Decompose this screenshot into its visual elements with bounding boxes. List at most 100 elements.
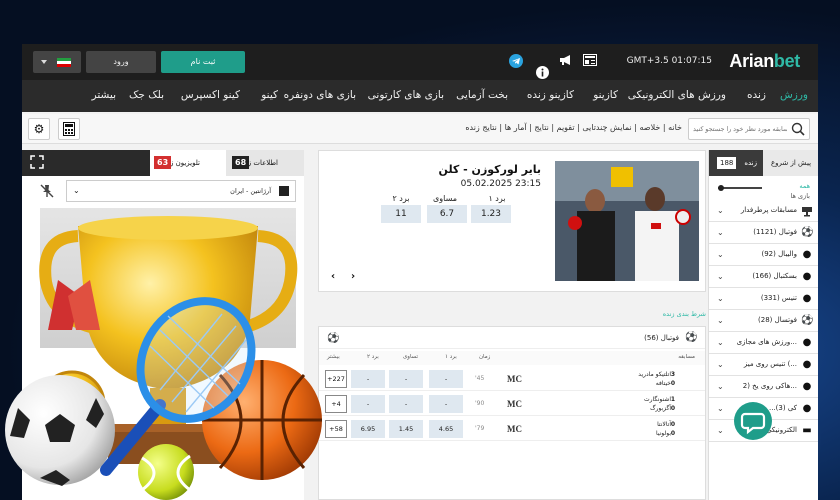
col-more: بیشتر (327, 354, 340, 360)
more-markets-button[interactable]: +58 (325, 420, 347, 438)
live-match-select[interactable]: آرژانتین - ایران ⌄ (66, 180, 296, 202)
register-button[interactable]: ثبت نام (161, 51, 245, 73)
odds-cell[interactable]: - (351, 370, 385, 388)
live-betting-label[interactable]: شرط بندی زنده (663, 310, 706, 318)
col-match: مسابقه (678, 354, 695, 360)
nav-item-keno-express[interactable]: کینو اکسپرس (181, 89, 240, 101)
sidebar-item-virtual[interactable]: ● ورزش های مجازی... ⌄ (709, 332, 818, 354)
telegram-icon[interactable] (509, 54, 523, 68)
col-draw: تساوی (403, 354, 419, 360)
settings-button[interactable]: ⚙ (28, 118, 50, 140)
table-row[interactable]: 3 اتلتیکو مادرید 0 خیتافه MC '45 - - - +… (319, 367, 705, 391)
chevron-down-icon: ⌄ (717, 404, 724, 413)
main-nav: ورزش زنده ورزش های الکترونیکی کازینو کاز… (22, 80, 818, 112)
match-center-icon[interactable]: MC (507, 374, 522, 384)
sidebar-item-basketball[interactable]: ● بسکتبال (166) ⌄ (709, 266, 818, 288)
sport-section-header[interactable]: ⚽ فوتبال (56) ⚽ (319, 327, 705, 349)
sidebar-item-tennis[interactable]: ● تنیس (331) ⌄ (709, 288, 818, 310)
futsal-icon: ⚽ (801, 315, 814, 326)
sports-sidebar: پیش از شروع زنده 188 همه بازی ها مسابقات … (708, 150, 818, 500)
nav-item-blackjack[interactable]: بلک جک (129, 89, 164, 101)
chevron-down-icon: ⌄ (73, 186, 80, 195)
expand-icon[interactable] (30, 155, 44, 169)
tab-live-info[interactable]: اطلاعات زنده 68 (226, 150, 304, 176)
sidebar-item-popular[interactable]: مسابقات پرطرفدار ⌄ (709, 200, 818, 222)
nav-item-esports[interactable]: ورزش های الکترونیکی (628, 89, 726, 101)
carousel-prev-arrow[interactable]: ‹ (331, 271, 335, 282)
search-input[interactable] (693, 122, 787, 136)
login-button[interactable]: ورود (86, 51, 156, 73)
nav-item-keno[interactable]: کینو (261, 89, 278, 101)
sidebar-item-table-tennis[interactable]: ● تنیس روی میز (... ⌄ (709, 354, 818, 376)
megaphone-icon[interactable] (559, 54, 573, 68)
chevron-down-icon: ⌄ (717, 338, 724, 347)
basketball-icon: ● (802, 271, 812, 282)
live-count-badge: 188 (717, 157, 737, 169)
odds-button-away[interactable]: 11 (381, 205, 421, 223)
sidebar-item-hockey[interactable]: ● هاکی روی یخ (2... ⌄ (709, 376, 818, 398)
carousel-next-arrow[interactable]: › (351, 271, 355, 282)
unpin-icon[interactable] (40, 184, 54, 198)
browser-window: Arianbet GMT+3.5 01:07:15 ثبت نام ورود و… (22, 44, 818, 500)
nav-item-cartoon-games[interactable]: بازی های کارتونی (368, 89, 444, 101)
chat-button[interactable] (734, 402, 772, 440)
odds-cell[interactable]: 1.45 (389, 420, 423, 438)
nav-item-duel-games[interactable]: بازی های دونفره (284, 89, 356, 101)
filter-label[interactable]: همه (799, 182, 810, 190)
calculator-button[interactable] (58, 118, 80, 140)
sidebar-item-football[interactable]: ⚽ فوتبال (1121) ⌄ (709, 222, 818, 244)
soccer-icon: ⚽ (685, 332, 698, 343)
nav-item-live[interactable]: زنده (747, 89, 766, 101)
soccer-icon: ⚽ (801, 227, 814, 238)
odds-cell[interactable]: - (389, 370, 423, 388)
logo[interactable]: Arianbet (729, 51, 800, 72)
tab-live[interactable]: زنده 188 (709, 150, 763, 176)
more-markets-button[interactable]: +227 (325, 370, 347, 388)
table-row[interactable]: 0 آتالانتا 0 بولونیا MC '79 4.65 1.45 6.… (319, 417, 705, 441)
hockey-icon: ● (802, 381, 812, 392)
live-tv-count-badge: 63 (154, 156, 172, 169)
tab-live-tv[interactable]: تلویزیون زنده 63 (150, 150, 226, 176)
featured-match-card[interactable]: بایر لورکوزن - کلن 05.02.2025 23:15 برد … (318, 150, 706, 292)
nav-item-sport[interactable]: ورزش (780, 89, 808, 101)
odds-cell[interactable]: - (429, 370, 463, 388)
odds-cell[interactable]: - (351, 395, 385, 413)
trophy-icon (801, 205, 813, 217)
breadcrumb[interactable]: خانه | خلاصه | نمایش چندتایی | تقویم | ن… (465, 123, 682, 132)
info-icon[interactable] (535, 66, 549, 80)
nav-item-live-casino[interactable]: کازینو زنده (527, 89, 574, 101)
live-stream-area[interactable] (40, 208, 296, 348)
odds-cell[interactable]: 6.95 (351, 420, 385, 438)
live-panel-tabs: اطلاعات زنده 68 تلویزیون زنده 63 (22, 150, 304, 176)
match-center-icon[interactable]: MC (507, 399, 522, 409)
sidebar-item-futsal[interactable]: ⚽ فوتسال (28) ⌄ (709, 310, 818, 332)
col-time: زمان (479, 354, 491, 360)
more-markets-button[interactable]: +4 (325, 395, 347, 413)
news-icon[interactable] (583, 54, 597, 68)
odds-cell[interactable]: - (389, 395, 423, 413)
calculator-icon (63, 122, 75, 136)
odds-button-home[interactable]: 1.23 (471, 205, 511, 223)
odds-cell[interactable]: 4.65 (429, 420, 463, 438)
nav-item-lottery[interactable]: بخت آزمایی (456, 89, 508, 101)
match-center-icon[interactable]: MC (507, 424, 522, 434)
chevron-down-icon: ⌄ (717, 316, 724, 325)
soccer-icon[interactable]: ⚽ (327, 333, 339, 345)
odds-cell[interactable]: - (429, 395, 463, 413)
sidebar-item-volleyball[interactable]: ● والیبال (92) ⌄ (709, 244, 818, 266)
live-info-count-badge: 68 (232, 156, 250, 169)
table-row[interactable]: 1 اشنونگارت 0 آگزبورگ MC '90 - - - +4 (319, 392, 705, 416)
col-home: برد ۱ (445, 354, 457, 360)
nav-item-more[interactable]: بیشتر (92, 89, 116, 101)
search-icon[interactable] (791, 122, 805, 136)
main-content: بایر لورکوزن - کلن 05.02.2025 23:15 برد … (318, 150, 710, 500)
odds-button-draw[interactable]: 6.7 (427, 205, 467, 223)
odds-label-draw: مساوی (433, 194, 457, 203)
search-box[interactable] (688, 118, 810, 140)
nav-item-casino[interactable]: کازینو (593, 89, 618, 101)
tab-prematch[interactable]: پیش از شروع (763, 150, 818, 176)
time-slider[interactable] (718, 185, 762, 191)
language-select[interactable] (33, 51, 81, 73)
top-bar: Arianbet GMT+3.5 01:07:15 ثبت نام ورود (22, 44, 818, 80)
chevron-down-icon: ⌄ (717, 250, 724, 259)
